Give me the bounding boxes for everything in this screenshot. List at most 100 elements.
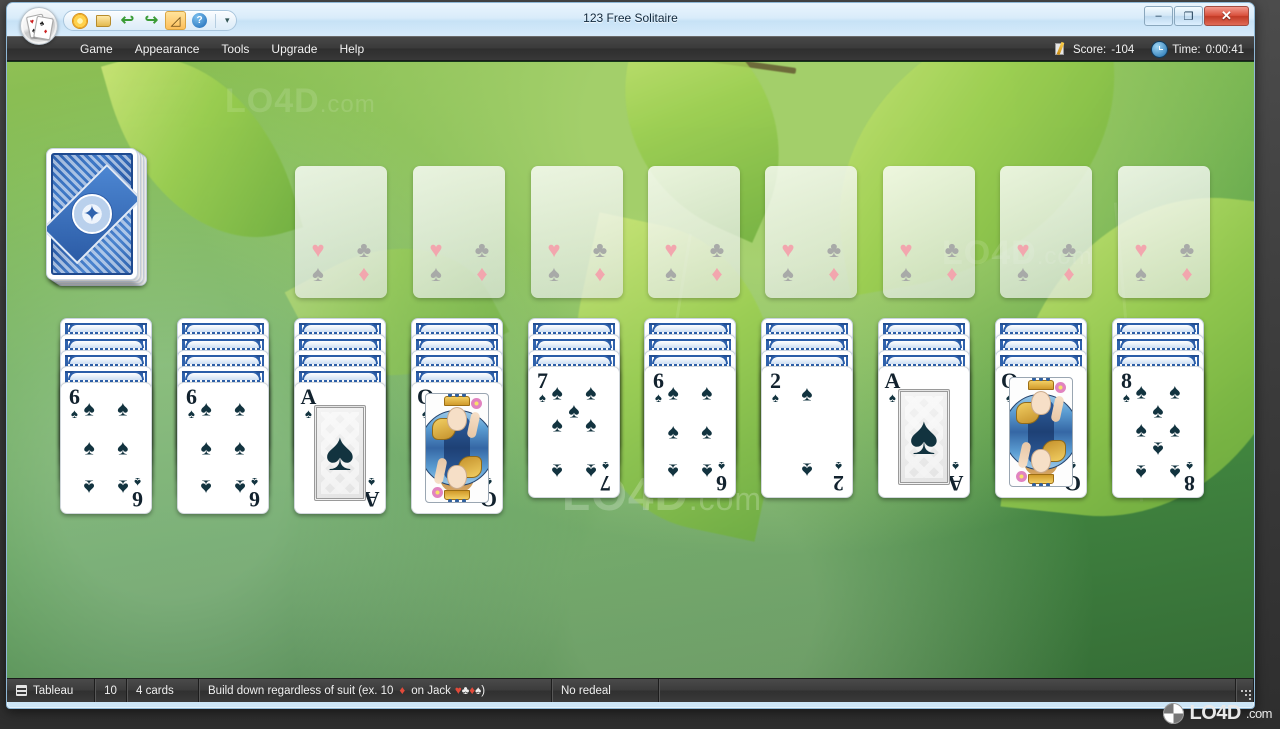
new-game-icon[interactable] <box>69 11 90 30</box>
window-controls[interactable]: – ❐ ✕ <box>1144 6 1249 26</box>
minimize-button[interactable]: – <box>1144 6 1173 26</box>
card-pip: ♠ <box>234 397 246 421</box>
undo-icon[interactable]: ↩ <box>117 11 138 30</box>
court-art-bottom <box>1010 432 1072 486</box>
card-pip: ♠ <box>701 381 713 405</box>
title-bar[interactable]: ♥ ♣ ♠ ♦ ♣ ♦ ↩ <box>7 3 1254 45</box>
menu-item-help[interactable]: Help <box>328 39 375 59</box>
card-pip-large: ♠ <box>325 421 355 482</box>
card-pip: ♠ <box>585 381 597 405</box>
foundation-3[interactable]: ♥ ♣ ♠ ♦ <box>531 166 623 298</box>
spade-icon: ♠ <box>548 261 560 286</box>
face-up-card-2-spades[interactable]: 2 ♠ 2 ♠ ♠ ♠ <box>761 366 853 498</box>
menu-item-upgrade[interactable]: Upgrade <box>260 39 328 59</box>
foundation-2[interactable]: ♥ ♣ ♠ ♦ <box>413 166 505 298</box>
card-pip: ♠ <box>701 459 713 483</box>
card-pip: ♠ <box>667 420 679 444</box>
close-button[interactable]: ✕ <box>1204 6 1249 26</box>
court-art-top <box>426 394 488 448</box>
status-bar: Tableau 10 4 cards Build down regardless… <box>7 678 1254 702</box>
status-cards-per-pile: 4 cards <box>127 679 199 702</box>
spade-icon: ♠ <box>782 261 794 286</box>
card-pip: ♠ <box>667 459 679 483</box>
card-pip: ♠ <box>1135 460 1147 484</box>
face-up-card-Q-spades[interactable]: Q♠Q♠ <box>411 382 503 514</box>
menu-bar[interactable]: Game Appearance Tools Upgrade Help Score… <box>7 36 1254 61</box>
rule-suit-heart: ♥ <box>454 684 462 697</box>
card-pip-layout: ♠ ♠ ♠ ♠ ♠ ♠ <box>660 379 720 485</box>
foundation-8[interactable]: ♥ ♣ ♠ ♦ <box>1118 166 1210 298</box>
club-icon: ♣ <box>592 237 608 262</box>
quick-access-toolbar[interactable]: ↩ ↪ ◿ ? ▾ <box>63 10 237 31</box>
tableau-icon <box>16 685 27 696</box>
redo-icon[interactable]: ↪ <box>141 11 162 30</box>
diamond-icon: ♦ <box>476 261 488 286</box>
heart-icon: ♥ <box>1016 237 1030 262</box>
card-pip: ♠ <box>585 413 597 437</box>
card-pip: ♠ <box>1169 380 1181 404</box>
stock-card-back-top[interactable]: ✦ <box>46 148 138 280</box>
club-icon: ♣ <box>826 237 842 262</box>
lo4d-tld: .com <box>1245 706 1273 721</box>
face-up-card-A-spades[interactable]: A ♠ A ♠ ♠ <box>294 382 386 514</box>
card-pip: ♠ <box>1152 437 1164 461</box>
foundation-4[interactable]: ♥ ♣ ♠ ♦ <box>648 166 740 298</box>
diamond-icon: ♦ <box>828 261 840 286</box>
card-pip-layout: ♠ ♠ ♠ ♠ ♠ ♠ ♠ ♠ <box>1128 379 1188 485</box>
foundation-6[interactable]: ♥ ♣ ♠ ♦ <box>883 166 975 298</box>
foundation-5[interactable]: ♥ ♣ ♠ ♦ <box>765 166 857 298</box>
spade-icon: ♠ <box>430 261 442 286</box>
application-window: ♥ ♣ ♠ ♦ ♣ ♦ ↩ <box>6 2 1255 709</box>
menu-item-appearance[interactable]: Appearance <box>124 39 211 59</box>
rule-mid: on Jack <box>411 684 451 697</box>
face-up-card-6-spades[interactable]: 6 ♠ 6 ♠ ♠ ♠ ♠ ♠ ♠ ♠ <box>644 366 736 498</box>
face-up-card-7-spades[interactable]: 7 ♠ 7 ♠ ♠ ♠ ♠ ♠ ♠ ♠ ♠ <box>528 366 620 498</box>
card-pip: ♠ <box>83 397 95 421</box>
lo4d-orb-icon <box>1163 703 1185 724</box>
heart-icon: ♥ <box>781 237 795 262</box>
card-pip: ♠ <box>801 382 813 406</box>
face-up-card-8-spades[interactable]: 8 ♠ 8 ♠ ♠ ♠ ♠ ♠ ♠ ♠ ♠ ♠ <box>1112 366 1204 498</box>
status-pile-count: 10 <box>95 679 127 702</box>
face-up-card-Q-spades[interactable]: Q♠Q♠ <box>995 366 1087 498</box>
card-pip: ♠ <box>1169 460 1181 484</box>
maximize-button[interactable]: ❐ <box>1174 6 1203 26</box>
card-pip: ♠ <box>200 475 212 499</box>
open-game-icon[interactable] <box>93 11 114 30</box>
resize-grip-icon[interactable] <box>1236 679 1254 702</box>
ace-ornament-panel: ♠ <box>898 389 950 485</box>
card-pip: ♠ <box>1135 380 1147 404</box>
foundation-ghost-suits: ♥ ♣ ♠ ♦ <box>531 238 623 286</box>
club-icon: ♣ <box>1061 237 1077 262</box>
diamond-icon: ♦ <box>711 261 723 286</box>
status-pile-type: Tableau <box>7 679 95 702</box>
statistics-icon[interactable]: ◿ <box>165 11 186 30</box>
pencil-note-icon <box>1053 41 1068 57</box>
face-up-card-6-spades[interactable]: 6 ♠ 6 ♠ ♠ ♠ ♠ ♠ ♠ ♠ <box>60 382 152 514</box>
toolbar-overflow-icon[interactable]: ▾ <box>225 15 230 26</box>
game-table[interactable]: LO4D.com LO4D.com LO4D.com <box>7 61 1254 678</box>
menu-item-tools[interactable]: Tools <box>210 39 260 59</box>
lo4d-logo: LO4D .com <box>1163 702 1273 725</box>
foundation-7[interactable]: ♥ ♣ ♠ ♦ <box>1000 166 1092 298</box>
face-up-card-6-spades[interactable]: 6 ♠ 6 ♠ ♠ ♠ ♠ ♠ ♠ ♠ <box>177 382 269 514</box>
card-pip: ♠ <box>701 420 713 444</box>
card-pip: ♠ <box>117 475 129 499</box>
diamond-icon: ♦ <box>1181 261 1193 286</box>
card-pip: ♠ <box>585 459 597 483</box>
diamond-icon: ♦ <box>358 261 370 286</box>
card-pip: ♠ <box>117 397 129 421</box>
court-art-top <box>1010 378 1072 432</box>
help-icon[interactable]: ? <box>189 11 210 30</box>
foundation-ghost-suits: ♥ ♣ ♠ ♦ <box>648 238 740 286</box>
face-up-card-A-spades[interactable]: A ♠ A ♠ ♠ <box>878 366 970 498</box>
foundation-ghost-suits: ♥ ♣ ♠ ♦ <box>1118 238 1210 286</box>
court-card-art <box>1009 377 1073 487</box>
time-display: Time: 0:00:41 <box>1152 42 1244 57</box>
hud: Score: -104 Time: 0:00:41 <box>1053 37 1244 62</box>
rule-suffix: ) <box>481 684 486 697</box>
menu-item-game[interactable]: Game <box>69 39 124 59</box>
card-pip: ♠ <box>234 436 246 460</box>
app-icon[interactable]: ♥ ♣ ♠ ♦ ♣ ♦ <box>20 7 58 45</box>
foundation-1[interactable]: ♥ ♣ ♠ ♦ <box>295 166 387 298</box>
